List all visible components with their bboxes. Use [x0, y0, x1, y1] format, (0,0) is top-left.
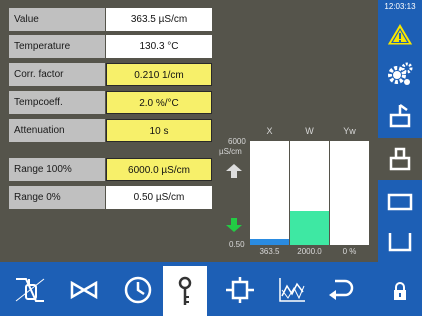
column-header-x: X: [266, 126, 273, 136]
param-value[interactable]: 6000.0 µS/cm: [106, 158, 212, 181]
gripper-open-button[interactable]: [378, 96, 422, 136]
param-label: Corr. factor: [9, 63, 105, 86]
lock-icon: [394, 282, 406, 300]
bar-frame-x: [250, 141, 289, 245]
valve-button[interactable]: [62, 266, 106, 314]
warning-button[interactable]: [378, 14, 422, 54]
column-value-w: 2000.0: [297, 247, 322, 256]
warning-icon: [386, 22, 414, 46]
bracket-icon: [388, 233, 412, 252]
column-value-yw: 0 %: [342, 247, 357, 256]
bracket-button[interactable]: [378, 222, 422, 262]
clock-icon: [124, 276, 152, 304]
param-label: Tempcoeff.: [9, 91, 105, 114]
param-row-range-0[interactable]: Range 0% 0.50 µS/cm: [9, 186, 212, 209]
rectangle-icon: [387, 193, 413, 211]
upper-limit-marker-icon: [226, 164, 242, 178]
gripper-closed-button[interactable]: [378, 138, 422, 180]
column-value-x: 363.5: [259, 247, 280, 256]
gripper-open-icon: [389, 103, 411, 128]
y-min-label: 0.50: [229, 240, 245, 249]
param-label: Range 0%: [9, 186, 105, 209]
param-label: Temperature: [9, 35, 105, 58]
settings-button[interactable]: [378, 54, 422, 94]
param-label: Range 100%: [9, 158, 105, 181]
column-header-yw: Yw: [343, 126, 356, 136]
param-value[interactable]: 2.0 %/°C: [106, 91, 212, 114]
y-unit-label: µS/cm: [219, 147, 242, 156]
param-value[interactable]: 10 s: [106, 119, 212, 142]
lower-limit-marker-icon: [226, 218, 242, 232]
param-label: Attenuation: [9, 119, 105, 142]
bar-w: [290, 211, 329, 245]
trend-button[interactable]: [270, 266, 314, 314]
y-max-label: 6000: [228, 137, 246, 146]
param-value[interactable]: 0.210 1/cm: [106, 63, 212, 86]
param-row-corr-factor[interactable]: Corr. factor 0.210 1/cm: [9, 63, 212, 86]
lock-button[interactable]: [378, 272, 422, 312]
key-button[interactable]: [163, 266, 207, 316]
hand-control-icon: [15, 278, 45, 302]
return-icon: [329, 279, 354, 300]
bar-x: [250, 239, 289, 245]
param-value: 363.5 µS/cm: [106, 8, 212, 31]
actuator-icon: [226, 277, 254, 303]
column-header-w: W: [305, 126, 314, 136]
param-row-attenuation[interactable]: Attenuation 10 s: [9, 119, 212, 142]
actuator-button[interactable]: [218, 266, 262, 314]
return-button[interactable]: [320, 266, 364, 314]
gears-icon: [388, 62, 413, 85]
param-label: Value: [9, 8, 105, 31]
trend-chart-icon: [279, 278, 305, 302]
valve-icon: [70, 280, 98, 300]
param-row-temperature[interactable]: Temperature 130.3 °C: [9, 35, 212, 58]
param-row-range-100[interactable]: Range 100% 6000.0 µS/cm: [9, 158, 212, 181]
param-value: 0.50 µS/cm: [106, 186, 212, 209]
key-icon: [178, 276, 192, 305]
bar-frame-w: [290, 141, 329, 245]
timer-button[interactable]: [116, 266, 160, 314]
param-row-tempcoeff[interactable]: Tempcoeff. 2.0 %/°C: [9, 91, 212, 114]
param-row-value[interactable]: Value 363.5 µS/cm: [9, 8, 212, 31]
gripper-closed-icon: [389, 147, 411, 171]
clock-time: 12:03:13: [384, 2, 416, 11]
rectangle-button[interactable]: [378, 182, 422, 222]
param-value: 130.3 °C: [106, 35, 212, 58]
manual-control-button[interactable]: [8, 266, 52, 314]
bar-frame-yw: [330, 141, 369, 245]
